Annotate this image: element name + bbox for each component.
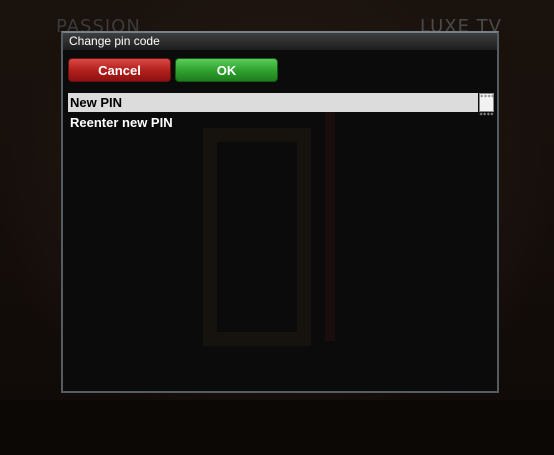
video-ghost-bar — [325, 111, 335, 341]
reenter-pin-row[interactable]: Reenter new PIN — [68, 113, 478, 132]
dialog-title: Change pin code — [63, 33, 497, 50]
new-pin-field[interactable]: **** — [479, 93, 494, 112]
cancel-button[interactable]: Cancel — [68, 58, 171, 82]
new-pin-row[interactable]: New PIN — [68, 93, 478, 112]
ok-button[interactable]: OK — [175, 58, 278, 82]
screen-bottom-band — [0, 400, 554, 455]
reenter-pin-field[interactable]: **** — [479, 113, 494, 119]
change-pin-dialog: Change pin code Cancel OK New PIN **** R… — [61, 31, 499, 393]
video-ghost-frame — [203, 128, 311, 346]
